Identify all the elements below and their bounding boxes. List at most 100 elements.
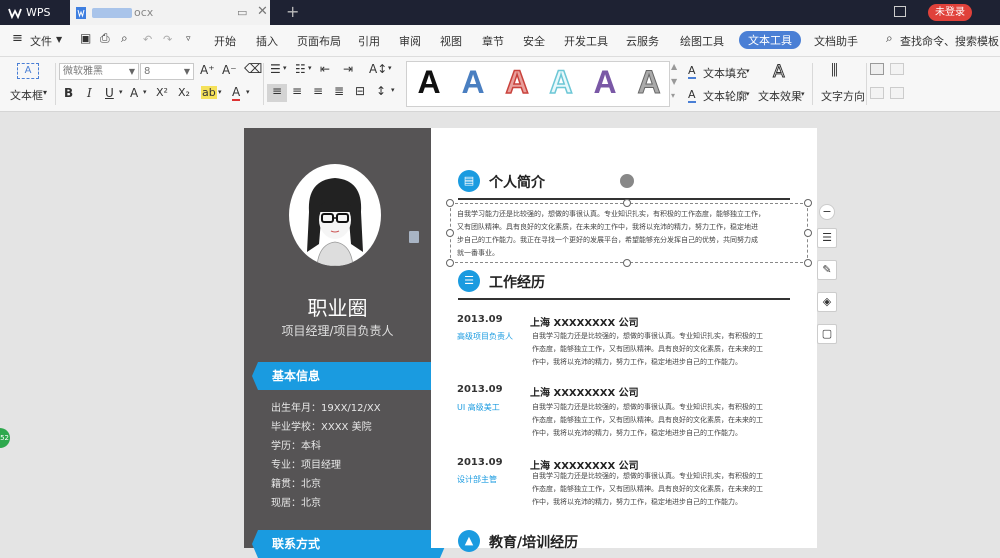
- text-effect-button[interactable]: 文本效果: [758, 88, 802, 104]
- resize-handle-left[interactable]: [446, 229, 454, 237]
- login-button[interactable]: 未登录: [928, 4, 972, 21]
- rotate-handle-icon[interactable]: [620, 174, 634, 188]
- increase-indent-icon[interactable]: ⇥: [343, 62, 353, 76]
- wordart-style-1[interactable]: A: [411, 64, 447, 101]
- resize-handle-right[interactable]: [804, 229, 812, 237]
- wps-app-button[interactable]: WPS: [0, 0, 66, 25]
- text-color-dropdown-icon[interactable]: ▾: [143, 88, 147, 96]
- text-direction-button[interactable]: 文字方向: [821, 88, 865, 104]
- decrease-indent-icon[interactable]: ⇤: [320, 62, 330, 76]
- pen-style-icon[interactable]: ✎: [817, 260, 837, 280]
- menu-item-view[interactable]: 视图: [440, 33, 462, 49]
- search-icon[interactable]: ⌕: [886, 31, 893, 46]
- wordart-style-6[interactable]: A: [631, 64, 667, 101]
- resize-handle-top-right[interactable]: [804, 199, 812, 207]
- menu-item-references[interactable]: 引用: [358, 33, 380, 49]
- menu-item-cloud[interactable]: 云服务: [626, 33, 659, 49]
- highlight-icon[interactable]: ab: [201, 86, 217, 99]
- gallery-scroll-down-icon[interactable]: ▼: [671, 77, 677, 86]
- resize-handle-bottom[interactable]: [623, 259, 631, 267]
- textbox-button[interactable]: 文本框: [10, 87, 43, 103]
- menu-item-review[interactable]: 审阅: [399, 33, 421, 49]
- new-tab-icon[interactable]: +: [286, 2, 299, 21]
- textbox-dropdown-icon[interactable]: ▾: [43, 88, 47, 97]
- wordart-style-3[interactable]: A: [499, 63, 535, 101]
- layout-icon-4[interactable]: [890, 87, 904, 99]
- fill-bucket-icon[interactable]: ◈: [817, 292, 837, 312]
- close-tab-icon[interactable]: ✕: [257, 4, 268, 19]
- font-name-select[interactable]: 微软雅黑 ▼: [59, 63, 139, 80]
- print-preview-icon[interactable]: ⌕: [121, 31, 128, 46]
- window-layout-icon[interactable]: [894, 6, 906, 17]
- resize-handle-bottom-left[interactable]: [446, 259, 454, 267]
- gallery-more-icon[interactable]: ▾: [671, 91, 675, 100]
- screen-icon[interactable]: ▭: [237, 6, 247, 19]
- text-fill-icon[interactable]: A: [688, 64, 696, 79]
- italic-icon[interactable]: I: [87, 86, 92, 100]
- print-icon[interactable]: ⎙: [100, 31, 110, 46]
- menu-item-developer[interactable]: 开发工具: [564, 33, 608, 49]
- save-icon[interactable]: ▣: [80, 31, 91, 45]
- paste-options-icon[interactable]: [409, 231, 419, 243]
- resize-handle-top-left[interactable]: [446, 199, 454, 207]
- menu-item-drawing-tools[interactable]: 绘图工具: [680, 33, 724, 49]
- clear-format-icon[interactable]: ⌫: [244, 62, 262, 77]
- superscript-icon[interactable]: X²: [156, 86, 168, 99]
- subscript-icon[interactable]: X₂: [178, 86, 190, 99]
- highlight-dropdown-icon[interactable]: ▾: [218, 88, 222, 96]
- resize-handle-top[interactable]: [623, 199, 631, 207]
- text-effect-dropdown-icon[interactable]: ▾: [801, 90, 805, 98]
- line-spacing-icon[interactable]: ↕: [376, 84, 386, 98]
- line-spacing-dropdown-icon[interactable]: ▾: [391, 86, 395, 94]
- layout-icon-2[interactable]: [890, 63, 904, 75]
- wordart-style-4[interactable]: A: [543, 63, 579, 101]
- redo-icon[interactable]: ↷: [163, 33, 172, 46]
- char-spacing-icon[interactable]: A↕: [369, 62, 387, 76]
- font-size-select[interactable]: 8 ▼: [140, 63, 194, 80]
- floating-assistant-badge[interactable]: 52: [0, 428, 10, 448]
- font-color-dropdown-icon[interactable]: ▾: [246, 88, 250, 96]
- collapse-icon[interactable]: −: [819, 204, 835, 220]
- text-outline-dropdown-icon[interactable]: ▾: [746, 90, 750, 98]
- layout-icon-1[interactable]: [870, 63, 884, 75]
- command-search[interactable]: 查找命令、搜索模板: [900, 33, 999, 49]
- shrink-font-icon[interactable]: A⁻: [222, 63, 237, 77]
- distribute-icon[interactable]: ⊟: [355, 84, 365, 98]
- layout-icon-3[interactable]: [870, 87, 884, 99]
- outline-box-icon[interactable]: ▢: [817, 324, 837, 344]
- undo-icon[interactable]: ↶: [143, 33, 152, 46]
- menu-item-insert[interactable]: 插入: [256, 33, 278, 49]
- numbered-list-dropdown-icon[interactable]: ▾: [308, 64, 312, 72]
- bold-icon[interactable]: B: [64, 86, 73, 100]
- text-outline-button[interactable]: 文本轮廓: [703, 88, 747, 104]
- grow-font-icon[interactable]: A⁺: [200, 63, 215, 77]
- menu-item-text-tools[interactable]: 文本工具: [739, 31, 801, 49]
- align-left-icon[interactable]: ≡: [267, 84, 287, 102]
- wordart-style-5[interactable]: A: [587, 64, 623, 101]
- gallery-scroll-up-icon[interactable]: ▲: [671, 62, 677, 71]
- menu-item-doc-assistant[interactable]: 文档助手: [814, 33, 858, 49]
- text-color-icon[interactable]: A: [130, 86, 138, 100]
- text-outline-icon[interactable]: A: [688, 88, 696, 103]
- resize-handle-bottom-right[interactable]: [804, 259, 812, 267]
- textbox-icon[interactable]: A: [17, 63, 39, 79]
- chevron-down-icon[interactable]: ▼: [56, 35, 62, 44]
- font-color-icon[interactable]: A: [232, 85, 241, 101]
- menu-item-page-layout[interactable]: 页面布局: [297, 33, 341, 49]
- align-center-icon[interactable]: ≡: [292, 84, 302, 98]
- quick-access-more-icon[interactable]: ▿: [186, 34, 191, 44]
- wordart-style-2[interactable]: A: [455, 64, 491, 101]
- underline-dropdown-icon[interactable]: ▾: [119, 88, 123, 96]
- textbox-selection-frame[interactable]: [450, 203, 808, 263]
- wrap-text-icon[interactable]: ☰: [817, 228, 837, 248]
- text-fill-button[interactable]: 文本填充: [703, 65, 747, 81]
- char-spacing-dropdown-icon[interactable]: ▾: [388, 64, 392, 72]
- bullet-list-icon[interactable]: ☰: [270, 62, 281, 76]
- bullet-list-dropdown-icon[interactable]: ▾: [283, 64, 287, 72]
- menu-item-chapter[interactable]: 章节: [482, 33, 504, 49]
- text-effect-icon[interactable]: A: [773, 62, 786, 83]
- text-direction-icon[interactable]: ⫼: [831, 61, 838, 79]
- justify-icon[interactable]: ≣: [334, 84, 344, 98]
- file-menu[interactable]: 文件: [30, 33, 52, 49]
- align-right-icon[interactable]: ≡: [313, 84, 323, 98]
